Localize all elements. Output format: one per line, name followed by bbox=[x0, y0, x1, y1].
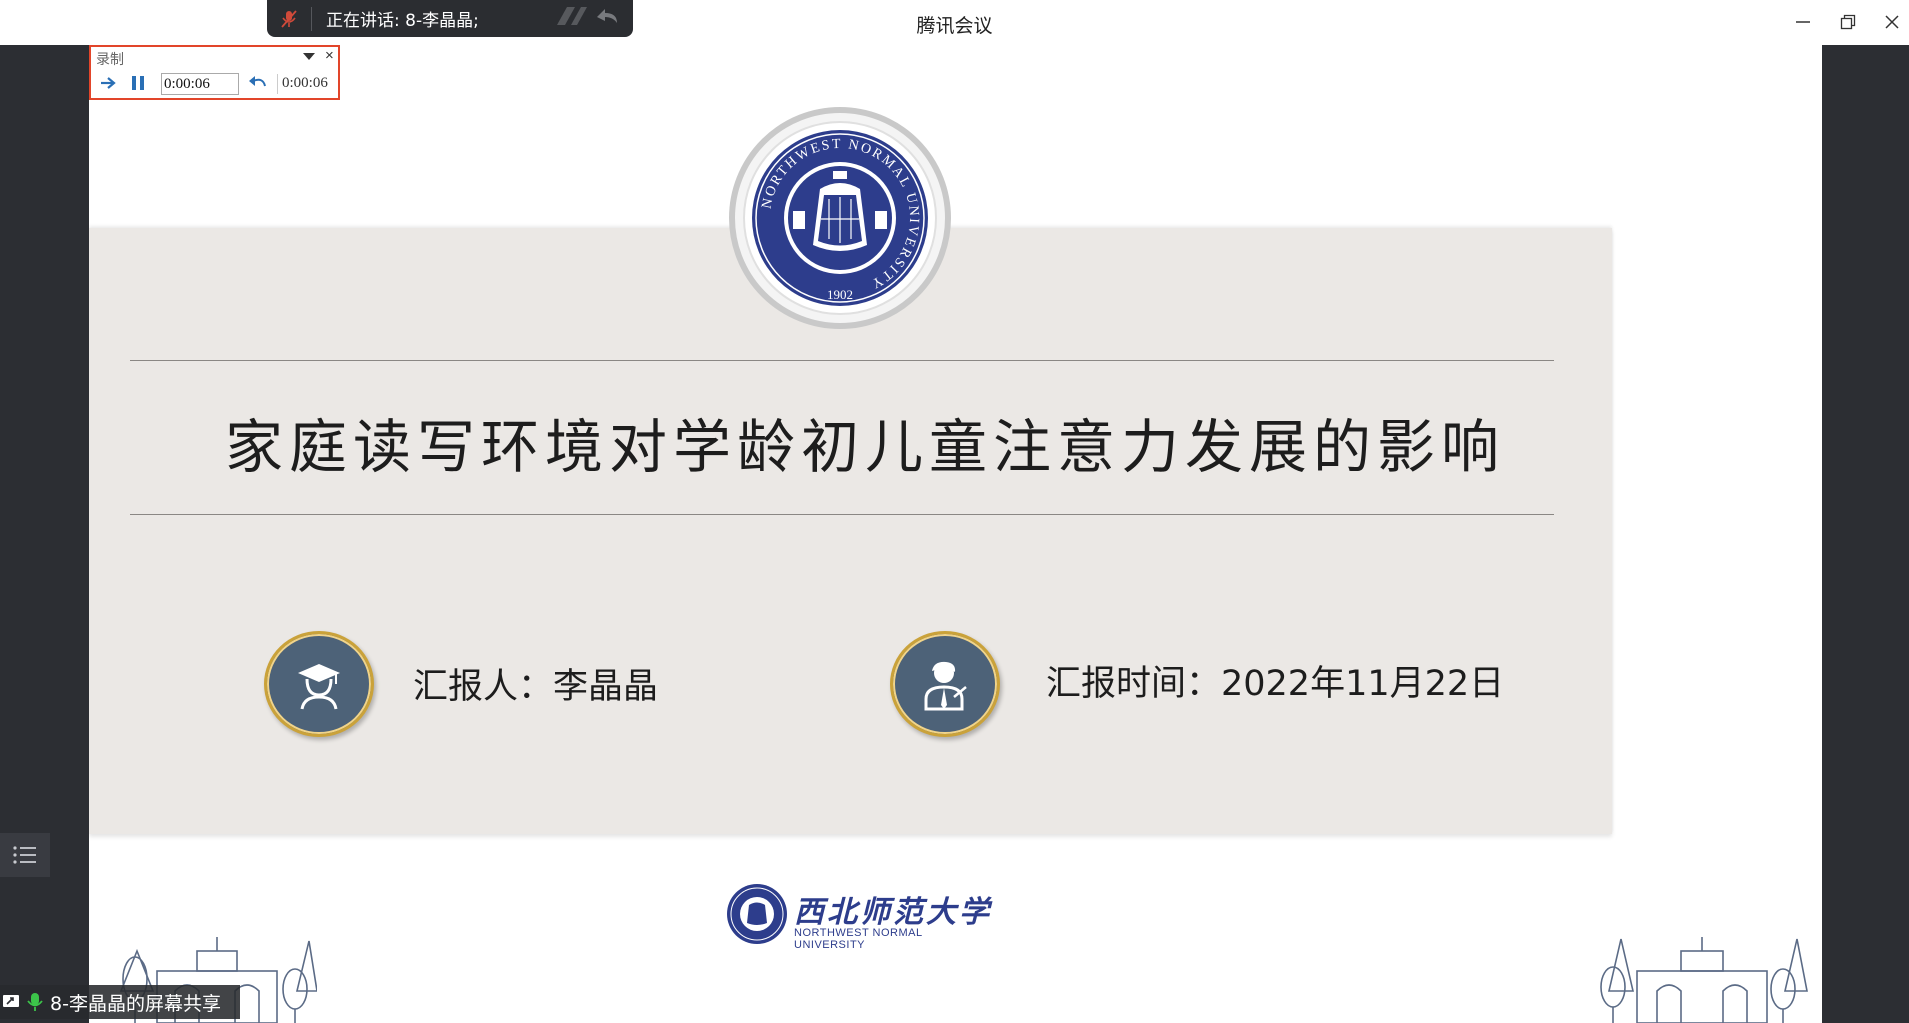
ghost-icons bbox=[553, 3, 623, 29]
undo-icon[interactable] bbox=[247, 74, 269, 97]
university-seal: NORTHWEST NORMAL UNIVERSITY 1902 bbox=[729, 107, 951, 329]
footer-name-en: NORTHWEST NORMAL UNIVERSITY bbox=[794, 927, 923, 951]
divider bbox=[311, 6, 312, 31]
minimize-icon[interactable] bbox=[1783, 8, 1823, 36]
speaker-text: 正在讲话: 8-李晶晶; bbox=[326, 11, 479, 31]
mic-active-icon bbox=[27, 993, 43, 1011]
reporter-label: 汇报人：李晶晶 bbox=[413, 667, 659, 707]
mic-muted-icon bbox=[267, 0, 311, 37]
shared-slide: NORTHWEST NORMAL UNIVERSITY 1902 家庭读写环境对… bbox=[89, 45, 1822, 1023]
footer-name-cn: 西北师范大学 bbox=[794, 895, 992, 930]
recording-close-icon[interactable]: × bbox=[325, 47, 334, 64]
footer-seal-icon bbox=[727, 884, 787, 944]
presenter-icon bbox=[890, 631, 1000, 737]
share-label-text: 8-李晶晶的屏幕共享 bbox=[50, 992, 221, 1015]
window-titlebar: 腾讯会议 正在讲话: 8-李晶晶; bbox=[0, 0, 1909, 45]
left-panel bbox=[0, 45, 89, 1023]
gate-illustration-right bbox=[1593, 931, 1808, 1023]
restore-icon[interactable] bbox=[1828, 8, 1868, 36]
list-icon[interactable] bbox=[0, 833, 50, 877]
divider bbox=[277, 74, 278, 94]
report-time-label: 汇报时间：2022年11月22日 bbox=[1046, 664, 1505, 704]
pause-icon[interactable] bbox=[129, 74, 147, 97]
recording-time-input[interactable] bbox=[161, 73, 239, 95]
recording-toolbar: 录制 × 0:00:06 bbox=[89, 45, 340, 100]
seal-year: 1902 bbox=[827, 287, 853, 302]
footer-logo: 西北师范大学 NORTHWEST NORMAL UNIVERSITY bbox=[726, 883, 996, 951]
recording-label: 录制 bbox=[96, 51, 124, 67]
speaker-indicator[interactable]: 正在讲话: 8-李晶晶; bbox=[267, 0, 633, 37]
title-rule-top bbox=[130, 360, 1554, 361]
recording-total-time: 0:00:06 bbox=[282, 75, 328, 91]
close-icon[interactable] bbox=[1872, 8, 1909, 36]
arrow-right-icon[interactable] bbox=[99, 74, 117, 97]
slide-title: 家庭读写环境对学龄初儿童注意力发展的影响 bbox=[224, 413, 1505, 481]
title-rule-bottom bbox=[130, 514, 1554, 515]
share-screen-icon bbox=[3, 995, 19, 1007]
screen-share-badge[interactable]: 8-李晶晶的屏幕共享 bbox=[0, 985, 240, 1019]
right-panel bbox=[1822, 45, 1909, 1023]
graduate-icon bbox=[264, 631, 374, 737]
dropdown-icon[interactable] bbox=[303, 53, 315, 60]
